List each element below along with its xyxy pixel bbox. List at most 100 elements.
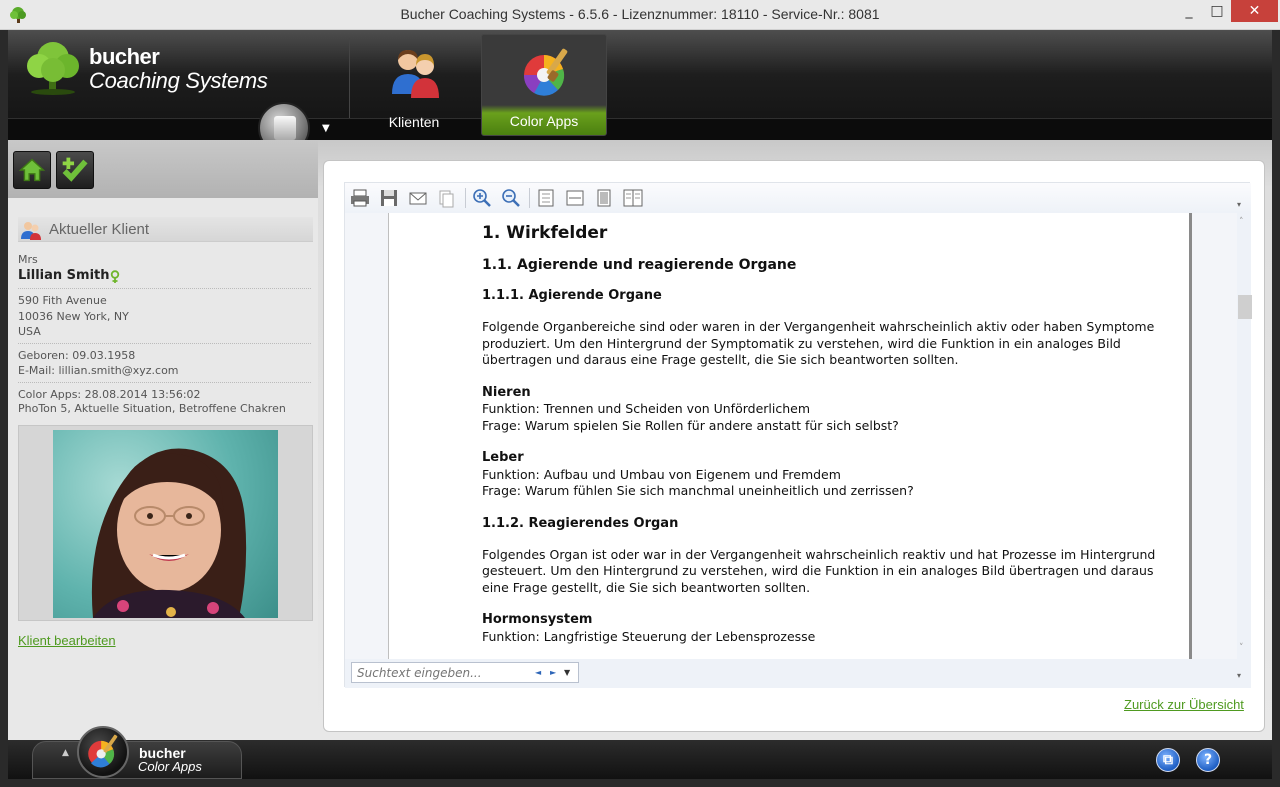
zoom-in-button[interactable] <box>471 187 493 209</box>
system-menu-icon <box>274 116 296 140</box>
tab-color-apps-label: Color Apps <box>509 113 579 129</box>
system-menu-button[interactable] <box>258 102 310 140</box>
leber-heading: Leber <box>482 450 524 465</box>
leber-question: Frage: Warum fühlen Sie sich manchmal un… <box>482 483 914 498</box>
leber-function: Funktion: Aufbau und Umbau von Eigenem u… <box>482 466 841 482</box>
separator <box>18 288 311 289</box>
window-mode-button[interactable]: ⧉ <box>1156 748 1180 772</box>
hormon-function: Funktion: Langfristige Steuerung der Leb… <box>482 628 816 644</box>
client-color-apps-detail: PhoTon 5, Aktuelle Situation, Betroffene… <box>18 402 286 415</box>
copy-icon <box>439 190 454 208</box>
client-color-apps-date: Color Apps: 28.08.2014 13:56:02 <box>18 388 201 401</box>
nieren-question: Frage: Warum spielen Sie Rollen für ande… <box>482 417 899 433</box>
vertical-scrollbar[interactable]: ˄ ˅ <box>1237 213 1252 659</box>
heading-1: 1. Wirkfelder <box>482 223 608 243</box>
search-input[interactable] <box>351 662 579 683</box>
color-apps-footer-tab[interactable]: ▲ bucher Color Apps <box>32 726 242 779</box>
toolbar-overflow-icon[interactable]: ▾ <box>1237 200 1241 209</box>
separator <box>18 382 311 383</box>
expand-up-icon[interactable]: ▲ <box>62 748 69 758</box>
portrait-illustration <box>91 448 247 618</box>
mail-icon <box>409 192 427 205</box>
report-viewer: ▾ 1. Wirkfelder 1.1. Agierende und reagi… <box>344 182 1252 688</box>
toolbar-separator <box>465 188 466 208</box>
heading-1-1-1: 1.1.1. Agierende Organe <box>482 288 662 303</box>
edit-client-link[interactable]: Klient bearbeiten <box>18 633 116 648</box>
save-icon <box>381 190 397 206</box>
window-titlebar: Bucher Coaching Systems - 6.5.6 - Lizenz… <box>0 0 1280 30</box>
viewer-toolbar: ▾ <box>345 183 1251 213</box>
two-pages-icon <box>623 189 643 207</box>
single-page-icon <box>597 189 611 207</box>
zoom-out-button[interactable] <box>500 187 522 209</box>
search-next-icon[interactable]: ► <box>550 668 556 677</box>
heading-1-1-2: 1.1.2. Reagierendes Organ <box>482 515 679 531</box>
client-sidebar: Aktueller Klient Mrs Lillian Smith 590 F… <box>8 140 318 740</box>
current-client-header: Aktueller Klient <box>18 217 313 242</box>
fit-page-icon <box>538 189 554 207</box>
current-client-title: Aktueller Klient <box>49 221 150 238</box>
tab-clients[interactable]: Klienten <box>351 34 477 136</box>
search-bar: ◄ ► ▼ ▾ <box>345 659 1251 688</box>
app-header: bucher Coaching Systems Klienten Color A… <box>8 30 1272 140</box>
window-title: Bucher Coaching Systems - 6.5.6 - Lizenz… <box>400 6 880 22</box>
zoom-out-icon <box>502 189 520 207</box>
document-area: 1. Wirkfelder 1.1. Agierende und reagier… <box>345 213 1237 659</box>
client-photo-frame <box>18 425 313 621</box>
section-leber: Leber Funktion: Aufbau und Umbau von Eig… <box>482 450 1182 500</box>
searchbar-overflow-icon[interactable]: ▾ <box>1237 671 1241 680</box>
sidebar-toolbar <box>8 140 318 198</box>
section-hormonsystem: Hormonsystem Funktion: Langfristige Steu… <box>482 612 1182 645</box>
search-prev-icon[interactable]: ◄ <box>535 668 541 677</box>
client-email: E-Mail: lillian.smith@xyz.com <box>18 364 179 377</box>
tab-color-apps[interactable]: Color Apps <box>481 34 607 136</box>
zoom-in-icon <box>473 189 491 207</box>
separator <box>18 343 311 344</box>
paragraph-reagierendes: Folgendes Organ ist oder war in der Verg… <box>482 546 1156 595</box>
palette-small-icon <box>88 734 118 768</box>
section-nieren: Nieren Funktion: Trennen und Scheiden vo… <box>482 385 1182 435</box>
home-button[interactable] <box>13 151 51 189</box>
client-name: Lillian Smith <box>18 268 110 283</box>
fit-width-icon <box>566 190 584 206</box>
help-button[interactable]: ? <box>1196 748 1220 772</box>
back-to-overview-link[interactable]: Zurück zur Übersicht <box>1124 697 1244 712</box>
heading-1-1: 1.1. Agierende und reagierende Organe <box>482 257 797 273</box>
fit-page-button[interactable] <box>535 187 557 209</box>
logo-brand: bucher <box>89 44 160 69</box>
clients-icon <box>392 50 439 98</box>
print-icon <box>351 189 369 207</box>
two-pages-button[interactable] <box>622 187 644 209</box>
scroll-down-icon[interactable]: ˅ <box>1239 643 1244 653</box>
color-palette-icon <box>523 48 568 96</box>
client-city: 10036 New York, NY <box>18 310 129 323</box>
single-page-button[interactable] <box>593 187 615 209</box>
scroll-up-icon[interactable]: ˄ <box>1239 217 1244 227</box>
maximize-button[interactable]: □ <box>1203 0 1231 22</box>
fit-width-button[interactable] <box>564 187 586 209</box>
toolbar-separator <box>529 188 530 208</box>
minimize-button[interactable]: _ <box>1175 0 1203 22</box>
search-options-icon[interactable]: ▼ <box>564 668 570 677</box>
save-button[interactable] <box>378 187 400 209</box>
mail-button[interactable] <box>407 187 429 209</box>
female-icon <box>110 270 120 283</box>
nieren-function: Funktion: Trennen und Scheiden von Unför… <box>482 401 811 416</box>
document-page: 1. Wirkfelder 1.1. Agierende und reagier… <box>388 213 1192 659</box>
scroll-thumb[interactable] <box>1238 295 1252 319</box>
header-bottom-bar <box>8 118 1272 140</box>
client-salutation: Mrs <box>18 253 38 266</box>
footer-product: Color Apps <box>138 759 202 774</box>
color-apps-logo <box>77 726 129 778</box>
print-button[interactable] <box>349 187 371 209</box>
home-icon <box>18 158 46 182</box>
client-country: USA <box>18 325 41 338</box>
add-edit-icon <box>62 157 88 182</box>
add-client-button[interactable] <box>56 151 94 189</box>
nieren-heading: Nieren <box>482 384 531 400</box>
close-button[interactable]: ✕ <box>1231 0 1278 22</box>
logo-tree-icon <box>27 42 79 95</box>
logo-product: Coaching Systems <box>89 68 268 93</box>
system-menu-arrow-icon[interactable]: ▼ <box>322 123 330 134</box>
copy-button[interactable] <box>435 187 457 209</box>
